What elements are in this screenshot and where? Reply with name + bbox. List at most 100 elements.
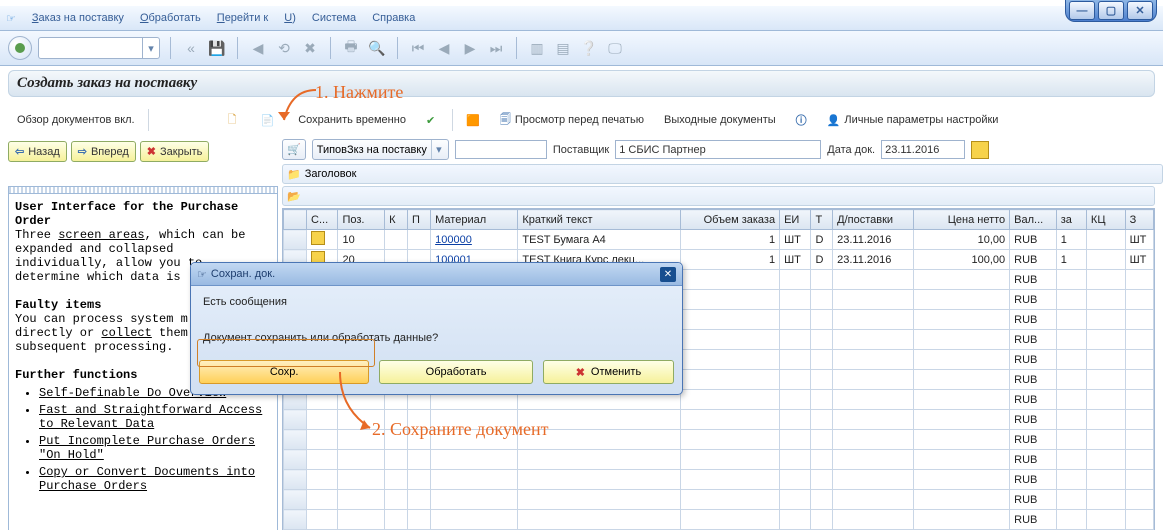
folder-open-icon: 📂: [287, 190, 301, 203]
items-toggle[interactable]: 📂: [282, 186, 1155, 206]
supplier-input[interactable]: 1 СБИС Партнер: [615, 140, 821, 159]
nav-back-button[interactable]: ⇦Назад: [8, 141, 67, 162]
print-icon: 🖶: [341, 38, 361, 58]
output-docs-button[interactable]: Выходные документы: [657, 108, 783, 132]
display-button[interactable]: 📄: [253, 108, 285, 132]
column-header[interactable]: Объем заказа: [680, 210, 780, 230]
enter-button[interactable]: [8, 36, 32, 60]
nav-fwd-button[interactable]: ⇨Вперед: [71, 141, 136, 162]
menu-item[interactable]: Обработать: [132, 12, 209, 24]
messages-icon: 🟧: [466, 114, 480, 127]
menu-item[interactable]: U): [276, 12, 304, 24]
table-row[interactable]: RUB: [284, 450, 1154, 470]
doc-date-input[interactable]: 23.11.2016: [881, 140, 965, 159]
first-page-icon: ⏮: [408, 38, 428, 58]
column-header[interactable]: ЕИ: [780, 210, 811, 230]
supplier-label: Поставщик: [553, 144, 609, 156]
column-header[interactable]: З: [1125, 210, 1153, 230]
column-header[interactable]: К: [385, 210, 408, 230]
toolbar: ▾ « 💾 ◀ ⟲ ✖ 🖶 🔍 ⏮ ◀ ▶ ⏭ ▥ ▤ ❔ 🖵: [0, 31, 1163, 66]
menu-item[interactable]: Система: [304, 12, 364, 24]
doc-type-cart-button[interactable]: 🛒: [282, 139, 306, 160]
dialog-process-button[interactable]: Обработать: [379, 360, 533, 384]
column-header[interactable]: Краткий текст: [518, 210, 680, 230]
help-icon: ❔: [579, 38, 599, 58]
doc-number-input[interactable]: [455, 140, 547, 159]
maximize-button[interactable]: ▢: [1098, 1, 1124, 20]
messages-button[interactable]: 🟧: [459, 108, 487, 132]
table-row[interactable]: 10100000TEST Бумага А41ШТD23.11.201610,0…: [284, 230, 1154, 250]
close-window-button[interactable]: ✕: [1127, 1, 1153, 20]
help-heading-1: User Interface for the Purchase Order: [15, 200, 238, 228]
save-temp-button[interactable]: Сохранить временно: [291, 108, 413, 132]
column-header[interactable]: Поз.: [338, 210, 385, 230]
folder-icon: 📁: [287, 168, 301, 181]
help-link[interactable]: Copy or Convert Documents into Purchase …: [39, 465, 271, 493]
header-toggle[interactable]: 📁 Заголовок: [282, 164, 1163, 184]
dialog-close-button[interactable]: ✕: [660, 267, 676, 282]
dropdown-icon[interactable]: ▾: [142, 38, 159, 58]
create-button[interactable]: 🗋: [221, 108, 248, 132]
new-doc-icon: 🗋: [228, 111, 237, 130]
column-header[interactable]: КЦ: [1086, 210, 1125, 230]
prev-page-icon: ◀: [434, 38, 454, 58]
table-row[interactable]: RUB: [284, 470, 1154, 490]
column-header[interactable]: за: [1056, 210, 1086, 230]
date-warning-icon[interactable]: [971, 141, 989, 159]
personal-settings-button[interactable]: 👤Личные параметры настройки: [820, 108, 1006, 132]
column-header[interactable]: Т: [811, 210, 833, 230]
close-icon: ✖: [147, 145, 156, 158]
back-history-icon: «: [181, 38, 201, 58]
save-icon: 💾: [207, 38, 227, 58]
dialog-save-button[interactable]: Сохр.: [199, 360, 369, 384]
command-field[interactable]: ▾: [38, 37, 160, 59]
arrow-right-icon: ⇨: [78, 145, 87, 158]
doc-date-label: Дата док.: [827, 144, 875, 156]
layout-icon: 🖵: [605, 38, 625, 58]
column-header[interactable]: Вал...: [1010, 210, 1057, 230]
check-icon: ✔: [426, 114, 435, 127]
command-icon[interactable]: ☞: [6, 12, 16, 25]
chevron-down-icon[interactable]: ▾: [431, 140, 446, 159]
open-doc-icon: 📄: [260, 114, 274, 127]
nav-close-button[interactable]: ✖Закрыть: [140, 141, 210, 162]
arrow-left-icon: ⇦: [15, 145, 24, 158]
info-button[interactable]: ⓘ: [789, 108, 814, 132]
docs-overview-button[interactable]: Обзор документов вкл.: [10, 108, 142, 132]
minimize-button[interactable]: —: [1069, 1, 1095, 20]
menu-item[interactable]: Перейти к: [209, 12, 276, 24]
help-link[interactable]: Put Incomplete Purchase Orders "On Hold": [39, 434, 271, 462]
table-row[interactable]: RUB: [284, 430, 1154, 450]
dialog-text: Документ сохранить или обработать данные…: [203, 332, 670, 344]
new-session-icon: ▥: [527, 38, 547, 58]
preview-icon: 🗐: [500, 111, 511, 130]
help-link[interactable]: Fast and Straightforward Access to Relev…: [39, 403, 271, 431]
last-page-icon: ⏭: [486, 38, 506, 58]
menu-item[interactable]: Заказ на поставку: [24, 12, 132, 24]
next-page-icon: ▶: [460, 38, 480, 58]
column-header[interactable]: Цена нетто: [913, 210, 1009, 230]
table-row[interactable]: RUB: [284, 410, 1154, 430]
print-preview-button[interactable]: 🗐Просмотр перед печатью: [493, 108, 651, 132]
cancel-icon: ✖: [576, 366, 585, 379]
help-heading-3: Further functions: [15, 368, 137, 382]
find-icon: 🔍: [367, 38, 387, 58]
exit-icon: ✖: [300, 38, 320, 58]
material-link[interactable]: 100000: [435, 234, 472, 246]
dialog-cancel-button[interactable]: ✖Отменить: [543, 360, 674, 384]
column-header[interactable]: Д/поставки: [833, 210, 914, 230]
column-header[interactable]: П: [407, 210, 430, 230]
menu-item[interactable]: Справка: [364, 12, 423, 24]
column-header[interactable]: Материал: [431, 210, 518, 230]
actionbar: Обзор документов вкл. 🗋 📄 Сохранить врем…: [0, 101, 1163, 139]
table-row[interactable]: RUB: [284, 490, 1154, 510]
dialog-icon: ☞: [197, 268, 207, 281]
dialog-text: Есть сообщения: [203, 296, 670, 308]
column-header[interactable]: С...: [307, 210, 338, 230]
table-row[interactable]: RUB: [284, 510, 1154, 530]
check-button[interactable]: ✔: [419, 108, 446, 132]
window-controls: — ▢ ✕: [1065, 0, 1157, 22]
save-doc-dialog: ☞ Сохран. док. ✕ Есть сообщения Документ…: [190, 262, 683, 395]
doc-type-select[interactable]: ТиповЗкз на поставку▾: [312, 139, 449, 160]
up-icon: ⟲: [274, 38, 294, 58]
